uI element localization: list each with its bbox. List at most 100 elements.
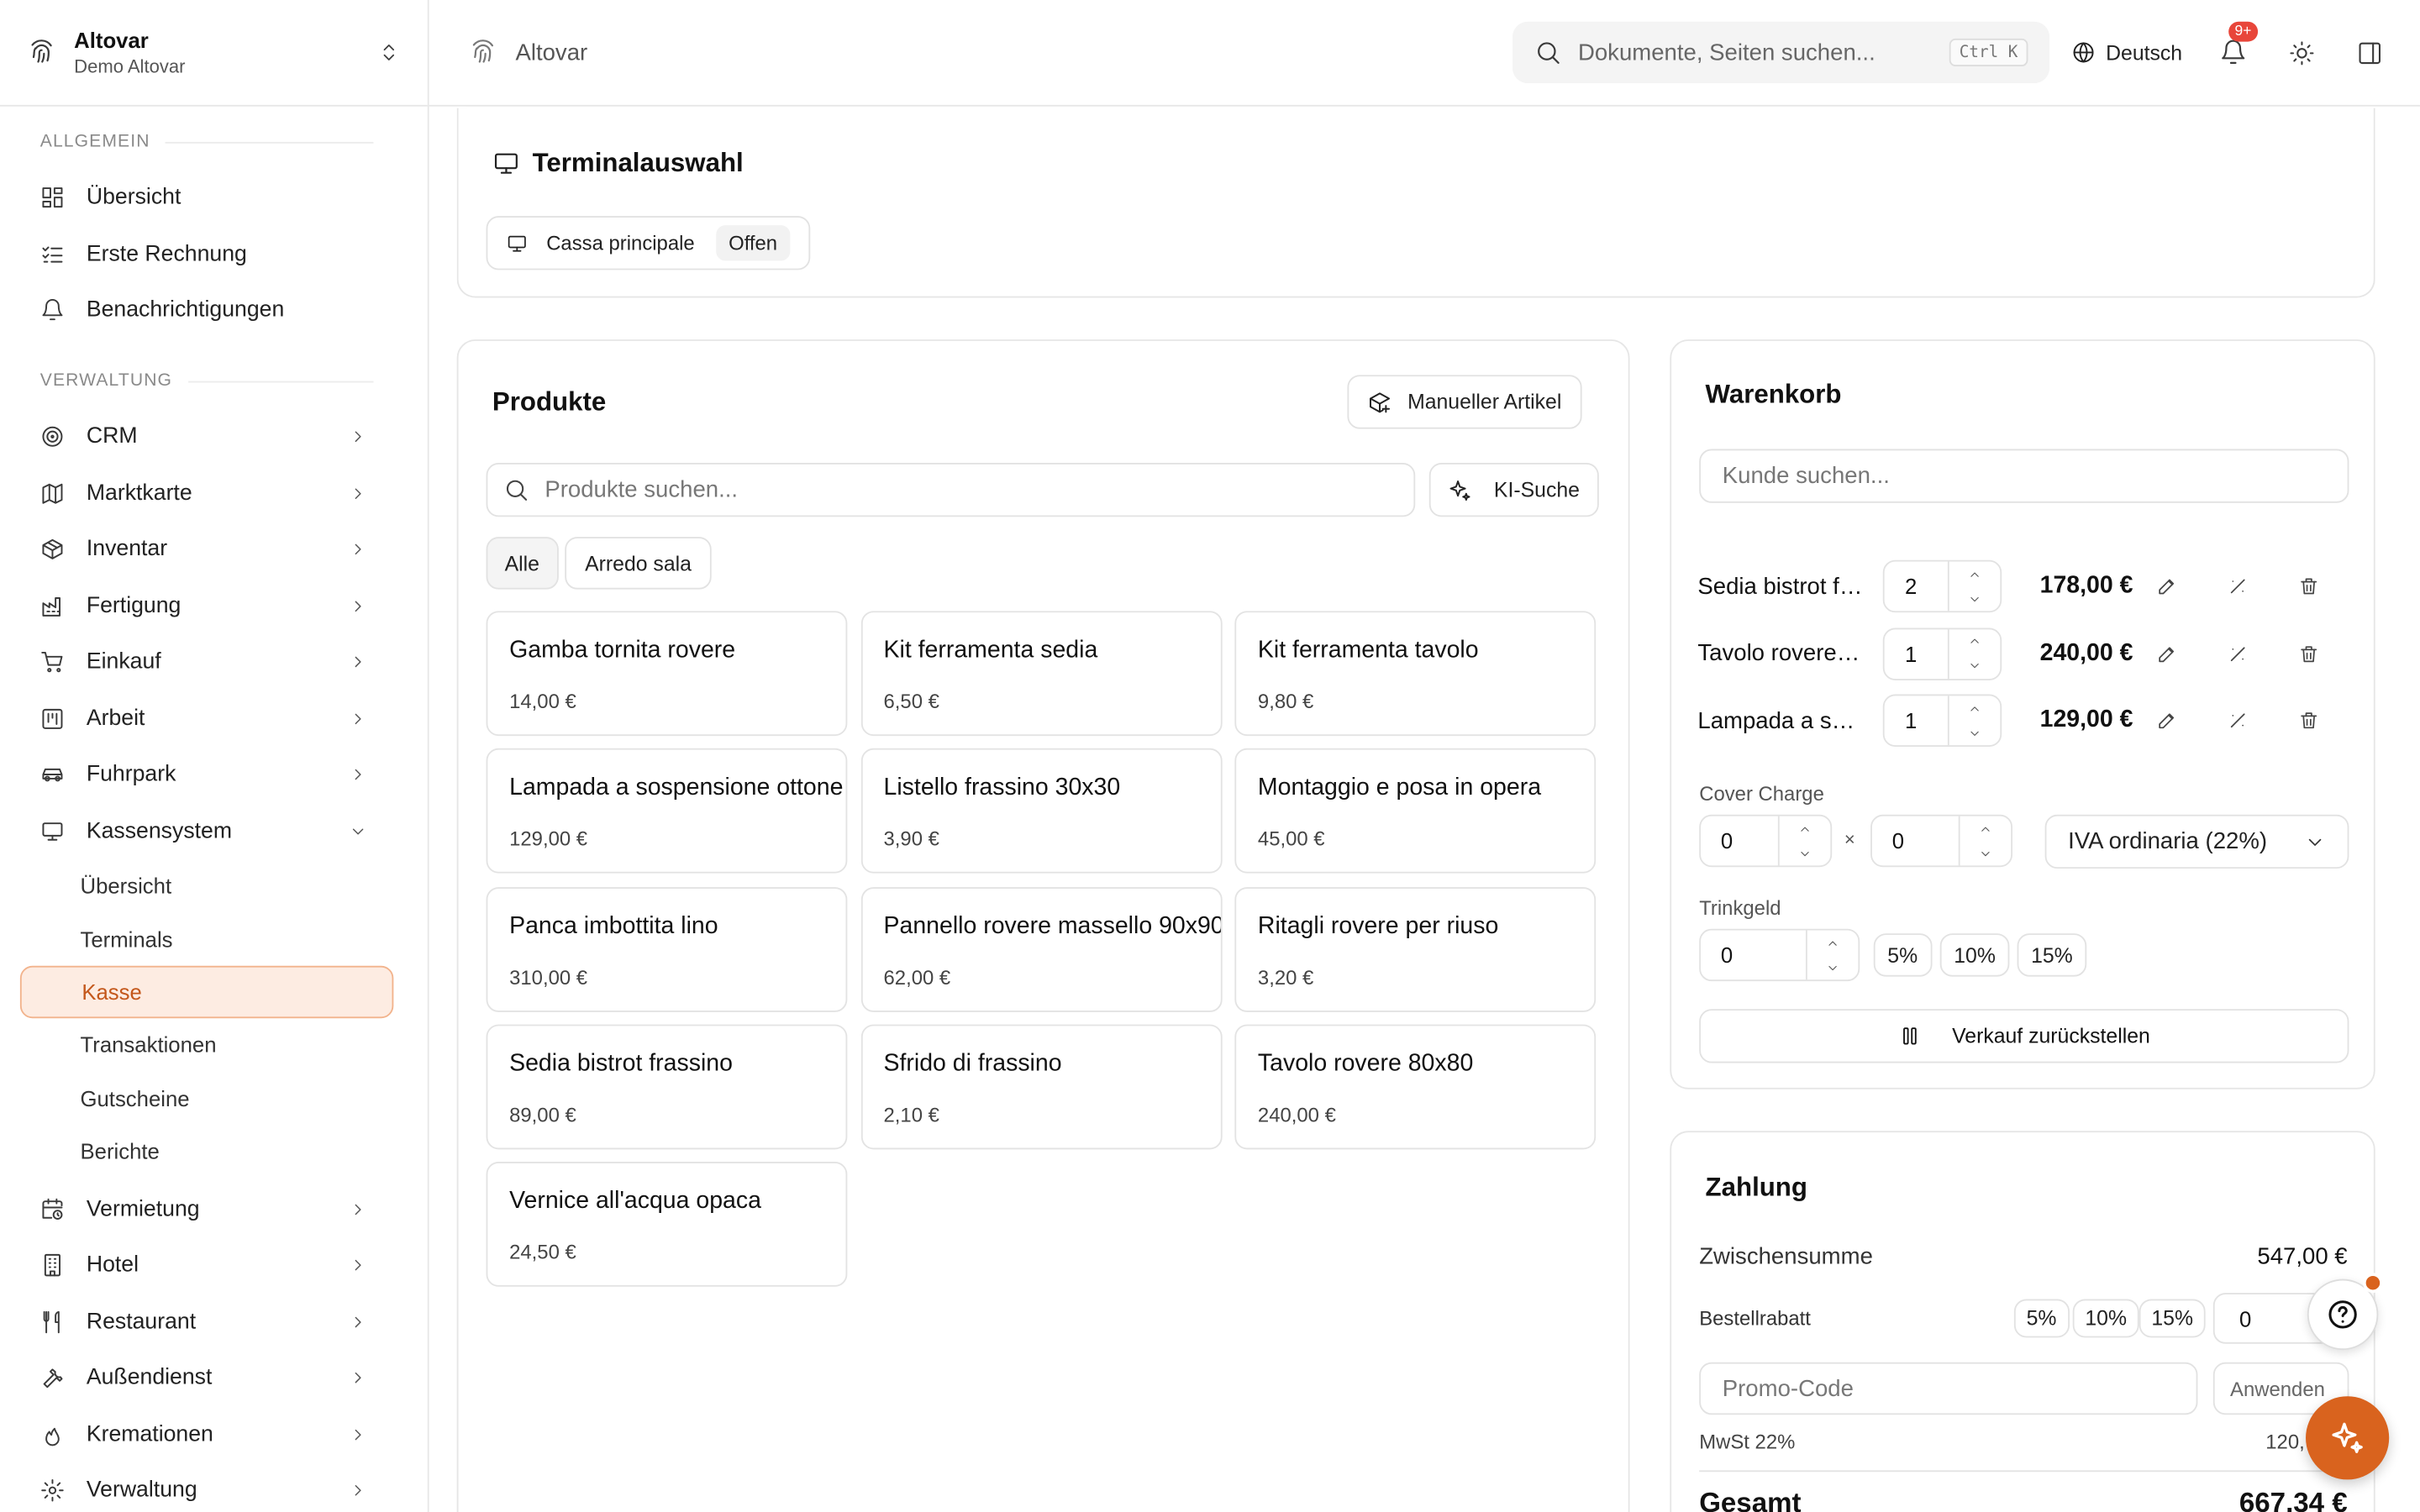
chevron-down-icon — [1981, 851, 1990, 856]
sidebar-item-verwaltung[interactable]: Verwaltung — [0, 1462, 429, 1512]
sidebar-subitem-kasse[interactable]: Kasse — [19, 965, 394, 1019]
product-price: 240,00 € — [1257, 1103, 1336, 1126]
ai-search-button[interactable]: KI-Suche — [1428, 463, 1598, 517]
quantity-stepper[interactable]: 2 — [1883, 559, 2002, 613]
product-card[interactable]: Sedia bistrot frassino 89,00 € — [486, 1024, 848, 1150]
sidebar-item-fuhrpark[interactable]: Fuhrpark — [0, 747, 429, 803]
sidebar-item-benachrichtigungen[interactable]: Benachrichtigungen — [0, 282, 429, 339]
quantity-stepper[interactable]: 1 — [1883, 627, 2002, 680]
sidebar-subitem-transaktionen[interactable]: Transaktionen — [0, 1019, 429, 1072]
manual-item-button[interactable]: Manueller Artikel — [1347, 375, 1582, 429]
discount-button[interactable] — [2226, 575, 2250, 597]
sidebar-item-crm[interactable]: CRM — [0, 409, 429, 465]
sidebar-subitem-berichte[interactable]: Berichte — [0, 1125, 429, 1178]
discount-button[interactable] — [2226, 643, 2250, 664]
product-search-input[interactable]: Produkte suchen... — [486, 463, 1416, 517]
sidebar-item-uebersicht[interactable]: Übersicht — [0, 170, 429, 226]
monitor-icon — [494, 153, 518, 174]
product-card[interactable]: Pannello rovere massello 90x90 62,00 € — [860, 886, 1222, 1012]
ai-assistant-button[interactable] — [2306, 1396, 2390, 1480]
discount-5-button[interactable]: 5% — [2013, 1299, 2070, 1338]
sidebar-item-fertigung[interactable]: Fertigung — [0, 578, 429, 634]
sidebar-item-einkauf[interactable]: Einkauf — [0, 634, 429, 690]
hold-sale-button[interactable]: Verkauf zurückstellen — [1699, 1009, 2349, 1063]
remove-button[interactable] — [2296, 710, 2321, 732]
product-card[interactable]: Lampada a sospensione ottone 129,00 € — [486, 748, 848, 874]
product-card[interactable]: Ritagli rovere per riuso 3,20 € — [1234, 886, 1597, 1012]
percent-icon — [2230, 713, 2245, 728]
product-card[interactable]: Vernice all'acqua opaca 24,50 € — [486, 1162, 848, 1288]
car-icon — [42, 769, 63, 782]
stepper-arrows[interactable] — [1947, 561, 2000, 612]
tip-10-button[interactable]: 10% — [1939, 933, 2010, 977]
product-card[interactable]: Kit ferramenta tavolo 9,80 € — [1234, 611, 1597, 737]
discount-15-button[interactable]: 15% — [2139, 1299, 2206, 1338]
sidebar-item-vermietung[interactable]: Vermietung — [0, 1181, 429, 1237]
sidebar-item-aussendienst[interactable]: Außendienst — [0, 1350, 429, 1406]
sidebar-item-label: Inventar — [86, 537, 168, 563]
sidebar-subitem-uebersicht[interactable]: Übersicht — [0, 859, 429, 912]
terminal-option[interactable]: Cassa principale Offen — [486, 216, 810, 270]
quantity-stepper[interactable]: 1 — [1883, 694, 2002, 748]
cart-card: Warenkorb Kunde suchen... Sedia bistrot … — [1670, 339, 2375, 1089]
sidebar-item-label: Einkauf — [86, 649, 161, 675]
global-search[interactable]: Dokumente, Seiten suchen... Ctrl K — [1512, 21, 2050, 84]
tip-5-button[interactable]: 5% — [1873, 933, 1932, 977]
sidebar-subitem-gutscheine[interactable]: Gutscheine — [0, 1072, 429, 1125]
edit-button[interactable] — [2154, 575, 2179, 597]
promo-code-input[interactable]: Promo-Code — [1699, 1362, 2198, 1415]
sidebar-item-arbeit[interactable]: Arbeit — [0, 690, 429, 747]
product-price: 62,00 € — [883, 965, 951, 989]
product-card[interactable]: Montaggio e posa in opera 45,00 € — [1234, 748, 1597, 874]
stepper-arrows[interactable] — [1958, 816, 2011, 866]
product-card[interactable]: Panca imbottita lino 310,00 € — [486, 886, 848, 1012]
tip-15-button[interactable]: 15% — [2017, 933, 2087, 977]
chevron-down-icon — [1970, 731, 1979, 736]
sidebar-item-restaurant[interactable]: Restaurant — [0, 1294, 429, 1350]
panel-toggle[interactable] — [2352, 35, 2386, 69]
sidebar-item-marktkarte[interactable]: Marktkarte — [0, 465, 429, 522]
customer-search-input[interactable]: Kunde suchen... — [1699, 449, 2349, 503]
remove-button[interactable] — [2296, 643, 2321, 664]
cover-price-stepper[interactable]: 0 — [1870, 814, 2013, 868]
notifications-button[interactable]: 9+ — [2217, 21, 2258, 69]
edit-button[interactable] — [2154, 710, 2179, 732]
product-price: 129,00 € — [509, 827, 588, 851]
sidebar-item-hotel[interactable]: Hotel — [0, 1237, 429, 1294]
product-card[interactable]: Tavolo rovere 80x80 240,00 € — [1234, 1024, 1597, 1150]
sidebar-item-label: Verwaltung — [86, 1478, 197, 1504]
org-switcher[interactable]: Altovar Demo Altovar — [0, 0, 428, 107]
sidebar-subitem-terminals[interactable]: Terminals — [0, 912, 429, 965]
cover-count-stepper[interactable]: 0 — [1699, 814, 1833, 868]
chevron-down-icon — [2308, 837, 2322, 845]
stepper-arrows[interactable] — [1777, 816, 1830, 866]
tip-stepper[interactable]: 0 — [1699, 928, 1860, 982]
discount-10-button[interactable]: 10% — [2072, 1299, 2139, 1338]
theme-toggle[interactable] — [2284, 35, 2317, 69]
chevron-up-icon — [1970, 706, 1979, 711]
sidebar-item-inventar[interactable]: Inventar — [0, 522, 429, 578]
product-card[interactable]: Kit ferramenta sedia 6,50 € — [860, 611, 1222, 737]
sidebar-item-erste-rechnung[interactable]: Erste Rechnung — [0, 226, 429, 282]
language-switcher[interactable]: Deutsch — [2072, 40, 2182, 65]
stepper-arrows[interactable] — [1805, 930, 1858, 980]
product-price: 24,50 € — [509, 1241, 576, 1264]
product-card[interactable]: Listello frassino 30x30 3,90 € — [860, 748, 1222, 874]
product-search-placeholder: Produkte suchen... — [544, 476, 739, 503]
filter-arredo-sala[interactable]: Arredo sala — [565, 537, 712, 590]
search-shortcut: Ctrl K — [1948, 38, 2029, 66]
product-card[interactable]: Gamba tornita rovere 14,00 € — [486, 611, 848, 737]
breadcrumb[interactable]: Altovar — [515, 39, 1512, 66]
stepper-arrows[interactable] — [1947, 696, 2000, 746]
discount-button[interactable] — [2226, 710, 2250, 732]
remove-button[interactable] — [2296, 575, 2321, 597]
product-card[interactable]: Sfrido di frassino 2,10 € — [860, 1024, 1222, 1150]
vat-select[interactable]: IVA ordinaria (22%) — [2044, 814, 2349, 869]
filter-alle[interactable]: Alle — [486, 537, 558, 590]
terminal-name: Cassa principale — [546, 231, 695, 255]
sidebar-item-kassensystem[interactable]: Kassensystem — [0, 803, 429, 859]
stepper-arrows[interactable] — [1947, 628, 2000, 679]
edit-button[interactable] — [2154, 643, 2179, 664]
sidebar-item-kremationen[interactable]: Kremationen — [0, 1406, 429, 1462]
cart-icon — [41, 652, 63, 673]
